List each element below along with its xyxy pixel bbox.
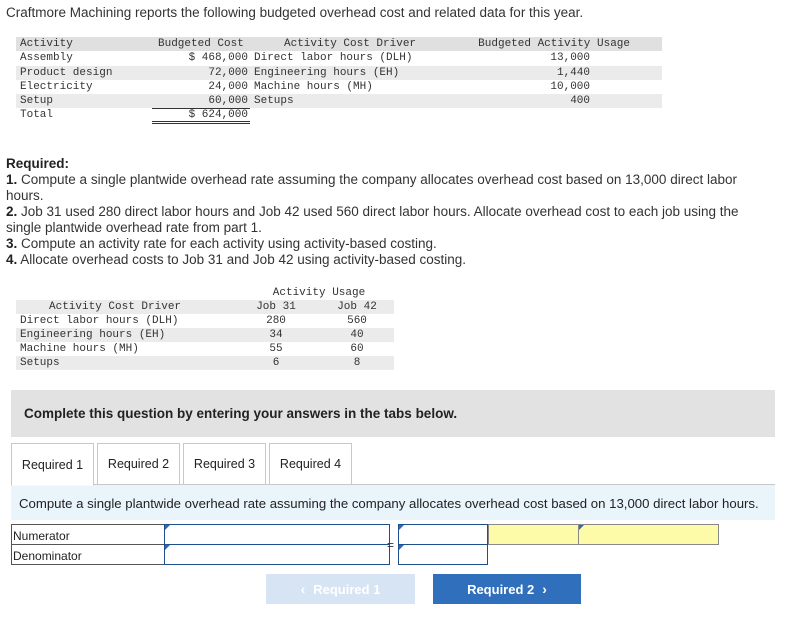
required-section: Required: 1. Compute a single plantwide … bbox=[6, 156, 776, 268]
cell-driver: Direct labor hours (DLH) bbox=[254, 52, 413, 65]
budget-table: Activity Budgeted Cost Activity Cost Dri… bbox=[16, 37, 662, 125]
header-usage: Budgeted Activity Usage bbox=[478, 38, 630, 50]
table-row: Setups 6 8 bbox=[16, 356, 394, 370]
next-button-label: Required 2 bbox=[467, 581, 535, 597]
cell-driver: Direct labor hours (DLH) bbox=[20, 315, 179, 327]
required-item: 4. Allocate overhead costs to Job 31 and… bbox=[6, 252, 776, 268]
header-job31: Job 31 bbox=[256, 301, 296, 313]
cell-job31: 6 bbox=[272, 357, 280, 369]
chevron-left-icon: ‹ bbox=[300, 581, 306, 597]
prev-button-label: Required 1 bbox=[313, 581, 381, 597]
tab-required-2[interactable]: Required 2 bbox=[97, 443, 180, 485]
item-number: 4. bbox=[6, 252, 18, 267]
denominator-input[interactable] bbox=[164, 544, 390, 565]
cell-driver: Setups bbox=[254, 95, 294, 108]
chevron-right-icon: › bbox=[542, 581, 547, 597]
usage-table-header: Activity Cost Driver Job 31 Job 42 bbox=[16, 300, 394, 314]
double-underline-bottom bbox=[152, 123, 250, 125]
rate-result-field[interactable] bbox=[488, 524, 579, 545]
item-number: 3. bbox=[6, 236, 18, 251]
header-driver: Activity Cost Driver bbox=[284, 38, 417, 50]
table-row: Machine hours (MH) 55 60 bbox=[16, 342, 394, 356]
table-row-total: Total $ 624,000 bbox=[16, 108, 662, 125]
double-underline-top bbox=[152, 121, 250, 123]
cell-cost: 72,000 bbox=[208, 66, 248, 79]
item-text: Job 31 used 280 direct labor hours and J… bbox=[6, 204, 739, 235]
item-text: Compute a single plantwide overhead rate… bbox=[6, 172, 737, 203]
header-activity: Activity bbox=[20, 38, 73, 50]
header-activity-usage: Activity Usage bbox=[244, 286, 394, 301]
rate-unit-field[interactable] bbox=[578, 524, 719, 545]
cell-job31: 280 bbox=[266, 315, 286, 327]
cell-cost: $ 468,000 bbox=[188, 52, 248, 65]
next-button[interactable]: Required 2 › bbox=[433, 574, 581, 604]
usage-table: Activity Usage Activity Cost Driver Job … bbox=[16, 286, 394, 370]
cell-usage: 10,000 bbox=[550, 80, 590, 93]
cell-job42: 40 bbox=[350, 329, 364, 341]
cell-usage: 400 bbox=[570, 95, 590, 108]
table-row: Direct labor hours (DLH) 280 560 bbox=[16, 314, 394, 328]
item-text: Allocate overhead costs to Job 31 and Jo… bbox=[20, 252, 467, 267]
required-item: 1. Compute a single plantwide overhead r… bbox=[6, 172, 776, 204]
instructions-banner: Complete this question by entering your … bbox=[11, 390, 775, 437]
cell-job42: 60 bbox=[350, 343, 364, 355]
item-number: 2. bbox=[6, 204, 18, 219]
rate-input[interactable] bbox=[398, 524, 488, 545]
cell-driver: Machine hours (MH) bbox=[254, 80, 373, 93]
budget-table-header: Activity Budgeted Cost Activity Cost Dri… bbox=[16, 37, 662, 52]
usage-table-group-header: Activity Usage bbox=[16, 286, 394, 301]
table-row: Assembly $ 468,000 Direct labor hours (D… bbox=[16, 51, 662, 65]
header-job42: Job 42 bbox=[337, 301, 377, 313]
tab-required-1[interactable]: Required 1 bbox=[11, 443, 94, 486]
equals-sign: = bbox=[387, 538, 395, 552]
cell-job31: 55 bbox=[269, 343, 283, 355]
table-row: Engineering hours (EH) 34 40 bbox=[16, 328, 394, 342]
rate-input-lower[interactable] bbox=[398, 544, 488, 565]
item-text: Compute an activity rate for each activi… bbox=[21, 236, 437, 251]
required-heading: Required: bbox=[6, 156, 70, 171]
cell-total-cost: $ 624,000 bbox=[188, 109, 248, 122]
numerator-label: Numerator bbox=[11, 524, 164, 545]
tab-required-4[interactable]: Required 4 bbox=[269, 443, 352, 485]
tab-panel-instruction: Compute a single plantwide overhead rate… bbox=[11, 484, 775, 520]
cell-job31: 34 bbox=[269, 329, 283, 341]
intro-text: Craftmore Machining reports the followin… bbox=[6, 5, 584, 20]
cell-job42: 560 bbox=[347, 315, 367, 327]
cell-cost: 60,000 bbox=[208, 95, 248, 108]
cell-total-label: Total bbox=[20, 109, 54, 122]
required-item: 3. Compute an activity rate for each act… bbox=[6, 236, 776, 252]
required-item: 2. Job 31 used 280 direct labor hours an… bbox=[6, 204, 776, 236]
cell-activity: Electricity bbox=[20, 80, 93, 93]
prev-button[interactable]: ‹ Required 1 bbox=[266, 574, 415, 604]
header-budgeted-cost: Budgeted Cost bbox=[158, 38, 244, 50]
cell-activity: Assembly bbox=[20, 52, 73, 65]
cell-job42: 8 bbox=[353, 357, 361, 369]
numerator-input[interactable] bbox=[164, 524, 390, 545]
cell-driver: Engineering hours (EH) bbox=[254, 66, 400, 79]
cell-activity: Setup bbox=[20, 95, 54, 108]
cell-driver: Machine hours (MH) bbox=[20, 343, 139, 355]
header-driver: Activity Cost Driver bbox=[49, 301, 182, 313]
cell-activity: Product design bbox=[20, 66, 113, 79]
denominator-label: Denominator bbox=[11, 544, 164, 565]
item-number: 1. bbox=[6, 172, 18, 187]
table-row: Setup 60,000 Setups 400 bbox=[16, 94, 662, 109]
tab-required-3[interactable]: Required 3 bbox=[183, 443, 266, 485]
cell-usage: 13,000 bbox=[550, 52, 590, 65]
cell-driver: Setups bbox=[20, 357, 60, 369]
cell-usage: 1,440 bbox=[556, 66, 590, 79]
table-row: Product design 72,000 Engineering hours … bbox=[16, 65, 662, 80]
cell-cost: 24,000 bbox=[208, 80, 248, 93]
cell-driver: Engineering hours (EH) bbox=[20, 329, 166, 341]
table-row: Electricity 24,000 Machine hours (MH) 10… bbox=[16, 80, 662, 94]
